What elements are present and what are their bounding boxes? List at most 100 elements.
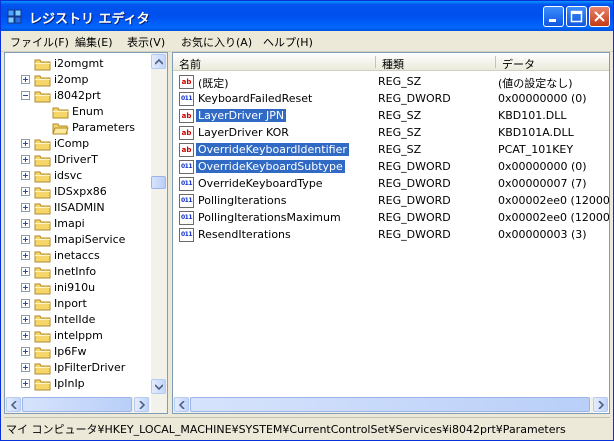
tree-scroll-thumb[interactable] [151, 176, 166, 189]
tree-node[interactable]: idsvc [5, 168, 149, 184]
registry-values-list[interactable]: 名前 種類 データ ab (既定) REG_SZ (値の設定なし) 011 Keyboar… [172, 52, 610, 414]
tree-node[interactable]: IpInIp [5, 376, 149, 392]
expand-plus-icon[interactable] [21, 363, 30, 372]
expand-plus-icon[interactable] [21, 203, 30, 212]
values-scroll-left-button[interactable] [174, 397, 189, 412]
column-header-name[interactable]: 名前 [173, 53, 376, 71]
title-bar[interactable]: レジストリ エディタ [1, 1, 613, 31]
folder-icon [34, 235, 51, 247]
menu-view[interactable]: 表示(V) [127, 34, 165, 50]
expand-plus-icon[interactable] [21, 299, 30, 308]
expand-plus-icon[interactable] [21, 347, 30, 356]
value-row[interactable]: 011 OverrideKeyboardSubtype REG_DWORD 0x000… [177, 159, 601, 175]
tree-node[interactable]: Imapi [5, 216, 149, 232]
folder-icon [34, 331, 51, 343]
close-button[interactable] [589, 6, 610, 27]
tree-node[interactable]: intelppm [5, 328, 149, 344]
folder-icon [34, 171, 51, 183]
expand-plus-icon[interactable] [21, 251, 30, 260]
value-row[interactable]: 011 ResendIterations REG_DWORD 0x00000003 (… [177, 227, 601, 243]
tree-node[interactable]: Inport [5, 296, 149, 312]
tree-node[interactable]: ImapiService [5, 232, 149, 248]
folder-icon [34, 379, 51, 391]
menu-help[interactable]: ヘルプ(H) [263, 34, 313, 50]
tree-scroll-down-button[interactable] [151, 379, 166, 394]
value-row[interactable]: ab (既定) REG_SZ (値の設定なし) [177, 74, 601, 90]
value-name: KeyboardFailedReset [198, 92, 313, 105]
menu-edit[interactable]: 編集(E) [75, 34, 113, 50]
binary-value-icon: 011 [179, 228, 194, 242]
value-name: OverrideKeyboardType [198, 177, 323, 190]
menu-favorites[interactable]: お気に入り(A) [181, 34, 252, 50]
tree-node[interactable]: IDSxpx86 [5, 184, 149, 200]
expand-plus-icon[interactable] [21, 155, 30, 164]
arrow-left-icon [11, 401, 17, 409]
registry-key-tree[interactable]: i2omgmt i2omp i8042prt Enum Parameters iComp I… [4, 52, 168, 414]
value-row[interactable]: ab LayerDriver JPN REG_SZ KBD101.DLL [177, 108, 601, 124]
tree-node[interactable]: ini910u [5, 280, 149, 296]
tree-vertical-scrollbar[interactable] [151, 53, 167, 413]
value-data: KBD101A.DLL [498, 126, 574, 139]
tree-node[interactable]: Parameters [5, 120, 149, 136]
column-header-type[interactable]: 種類 [376, 53, 496, 71]
tree-node[interactable]: iComp [5, 136, 149, 152]
value-row[interactable]: 011 PollingIterationsMaximum REG_DWORD 0x00… [177, 210, 609, 226]
open-folder-icon [52, 123, 69, 135]
folder-icon [34, 59, 51, 71]
value-row[interactable]: 011 KeyboardFailedReset REG_DWORD 0x0000000… [177, 91, 601, 107]
value-data: 0x00002ee0 (12000) [498, 211, 610, 224]
minimize-icon [549, 19, 556, 22]
tree-node[interactable]: IpFilterDriver [5, 360, 149, 376]
string-value-icon: ab [179, 126, 194, 140]
string-value-icon: ab [179, 143, 194, 157]
maximize-button[interactable] [566, 6, 587, 27]
expand-plus-icon[interactable] [21, 331, 30, 340]
tree-node[interactable]: Enum [5, 104, 149, 120]
minimize-button[interactable] [543, 6, 564, 27]
folder-icon [34, 155, 51, 167]
expand-plus-icon[interactable] [21, 139, 30, 148]
folder-icon [34, 219, 51, 231]
tree-scroll-up-button[interactable] [151, 54, 166, 69]
expand-plus-icon[interactable] [21, 267, 30, 276]
tree-node[interactable]: Ip6Fw [5, 344, 149, 360]
values-hscroll-thumb[interactable] [190, 397, 590, 412]
window-title: レジストリ エディタ [29, 12, 150, 27]
tree-node[interactable]: inetaccs [5, 248, 149, 264]
menu-bar: ファイル(F) 編集(E) 表示(V) お気に入り(A) ヘルプ(H) [1, 31, 613, 52]
tree-horizontal-scrollbar[interactable] [5, 397, 150, 413]
column-header-data[interactable]: データ [496, 53, 609, 71]
tree-node-label: IpInIp [54, 377, 85, 390]
value-row[interactable]: 011 OverrideKeyboardType REG_DWORD 0x000000… [177, 176, 601, 192]
collapse-minus-icon[interactable] [21, 91, 30, 100]
arrow-right-icon [139, 401, 145, 409]
expand-plus-icon[interactable] [21, 187, 30, 196]
tree-node[interactable]: IntelIde [5, 312, 149, 328]
expand-plus-icon[interactable] [21, 379, 30, 388]
values-horizontal-scrollbar[interactable] [173, 397, 608, 413]
value-row[interactable]: ab OverrideKeyboardIdentifier REG_SZ PCAT_1… [177, 142, 601, 158]
tree-node[interactable]: InetInfo [5, 264, 149, 280]
tree-node[interactable]: i2omgmt [5, 56, 149, 72]
tree-hscroll-thumb[interactable] [22, 397, 132, 412]
value-row[interactable]: ab LayerDriver KOR REG_SZ KBD101A.DLL [177, 125, 601, 141]
tree-node[interactable]: i8042prt [5, 88, 149, 104]
value-name: PollingIterations [198, 194, 287, 207]
tree-scroll-left-button[interactable] [6, 397, 21, 412]
expand-plus-icon[interactable] [21, 315, 30, 324]
tree-node[interactable]: i2omp [5, 72, 149, 88]
values-scroll-right-button[interactable] [593, 397, 608, 412]
tree-scroll-right-button[interactable] [134, 397, 149, 412]
value-row[interactable]: 011 PollingIterations REG_DWORD 0x00002ee0 … [177, 193, 609, 209]
maximize-icon [570, 10, 583, 23]
expand-plus-icon[interactable] [21, 171, 30, 180]
expand-plus-icon[interactable] [21, 283, 30, 292]
tree-node[interactable]: IISADMIN [5, 200, 149, 216]
expand-plus-icon[interactable] [21, 235, 30, 244]
folder-icon [34, 283, 51, 295]
expand-plus-icon[interactable] [21, 75, 30, 84]
menu-file[interactable]: ファイル(F) [10, 34, 69, 50]
expand-plus-icon[interactable] [21, 219, 30, 228]
tree-node[interactable]: IDriverT [5, 152, 149, 168]
folder-icon [34, 91, 51, 103]
